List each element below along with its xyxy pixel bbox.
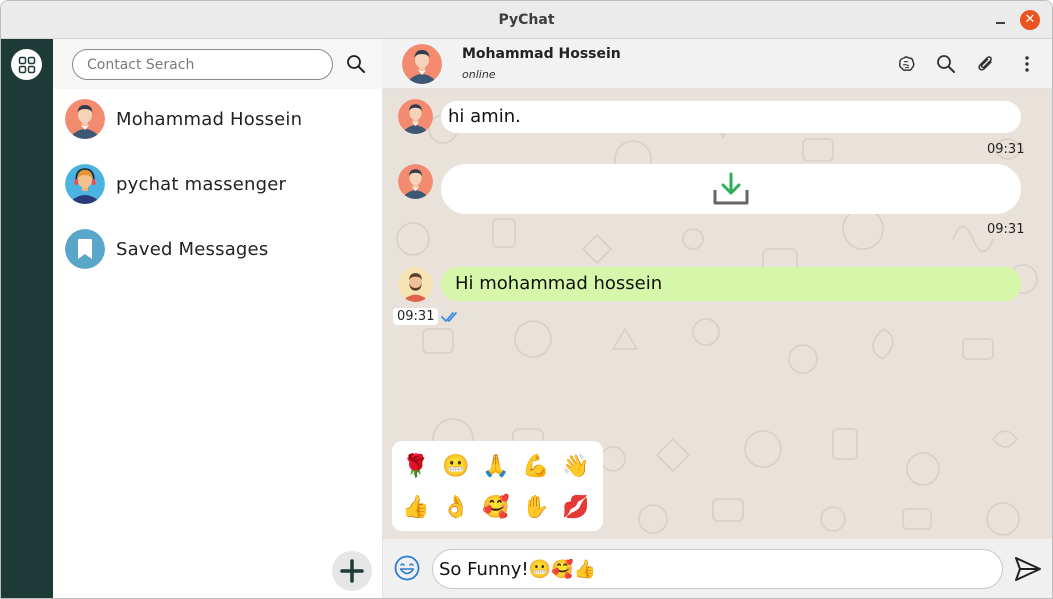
emoji-ok-hand[interactable]: 👌 bbox=[441, 493, 471, 523]
emoji-raised-hand[interactable]: ✋ bbox=[521, 493, 551, 523]
outgoing-message-bubble[interactable]: Hi mohammad hossein bbox=[441, 267, 1021, 301]
incoming-message-bubble[interactable]: hi amin. bbox=[441, 101, 1021, 133]
peer-status: online bbox=[462, 68, 496, 81]
emoji-picker-panel: 🌹 😬 🙏 💪 👋 👍 👌 🥰 ✋ 💋 bbox=[392, 441, 603, 531]
title-bar: PyChat ✕ bbox=[1, 1, 1052, 39]
brain-icon[interactable] bbox=[896, 54, 916, 74]
contact-name: Saved Messages bbox=[116, 238, 269, 260]
contact-name: Mohammad Hossein bbox=[116, 108, 303, 130]
emoji-kiss-mark[interactable]: 💋 bbox=[561, 493, 591, 523]
send-icon[interactable] bbox=[1013, 555, 1043, 583]
contact-name: pychat massenger bbox=[116, 173, 287, 195]
apps-grid-icon bbox=[18, 56, 35, 73]
more-options-icon[interactable] bbox=[1017, 54, 1037, 74]
window-title: PyChat bbox=[498, 12, 555, 28]
emoji-thumbs-up[interactable]: 👍 bbox=[401, 493, 431, 523]
contact-search-bar bbox=[53, 39, 383, 89]
chat-panel: Mohammad Hossein online hi amin. 09:31 0… bbox=[383, 39, 1052, 598]
message-input[interactable] bbox=[432, 549, 1003, 589]
emoji-smiling-hearts[interactable]: 🥰 bbox=[481, 493, 511, 523]
message-time: 09:31 bbox=[987, 222, 1025, 237]
support-agent-avatar-icon bbox=[65, 164, 105, 204]
contact-item-pychat-massenger[interactable]: pychat massenger bbox=[53, 154, 383, 214]
message-time: 09:31 bbox=[393, 308, 439, 325]
emoji-rose[interactable]: 🌹 bbox=[401, 452, 431, 482]
download-icon[interactable] bbox=[713, 172, 749, 206]
add-contact-button[interactable] bbox=[332, 551, 372, 591]
attachment-icon[interactable] bbox=[976, 54, 996, 74]
smiley-icon[interactable] bbox=[394, 555, 420, 581]
message-composer bbox=[383, 539, 1052, 598]
message-sender-avatar[interactable] bbox=[398, 164, 433, 199]
search-icon[interactable] bbox=[346, 54, 366, 74]
read-checkmarks-icon bbox=[441, 312, 457, 322]
emoji-flexed-biceps[interactable]: 💪 bbox=[521, 452, 551, 482]
contact-item-saved-messages[interactable]: Saved Messages bbox=[53, 219, 383, 279]
message-time: 09:31 bbox=[987, 142, 1025, 157]
man-avatar-icon bbox=[65, 99, 105, 139]
message-sender-avatar[interactable] bbox=[398, 99, 433, 134]
contact-search-input[interactable] bbox=[72, 49, 333, 80]
my-avatar[interactable] bbox=[398, 267, 433, 302]
emoji-pray[interactable]: 🙏 bbox=[481, 452, 511, 482]
side-rail bbox=[1, 39, 53, 598]
minimize-button[interactable] bbox=[994, 13, 1008, 27]
apps-menu-button[interactable] bbox=[11, 49, 42, 80]
incoming-file-bubble[interactable] bbox=[441, 164, 1021, 214]
contacts-panel: Mohammad Hossein pychat massenger bbox=[53, 39, 383, 598]
peer-name: Mohammad Hossein bbox=[462, 46, 621, 62]
close-button[interactable]: ✕ bbox=[1020, 10, 1040, 30]
peer-avatar[interactable] bbox=[402, 44, 442, 84]
bookmark-icon bbox=[65, 229, 105, 269]
emoji-waving-hand[interactable]: 👋 bbox=[561, 452, 591, 482]
emoji-grimacing[interactable]: 😬 bbox=[441, 452, 471, 482]
pychat-window: PyChat ✕ Contact Serach Mohammad Hossein… bbox=[0, 0, 1053, 599]
contact-item-mohammad-hossein[interactable]: Mohammad Hossein bbox=[53, 89, 383, 149]
search-messages-icon[interactable] bbox=[936, 54, 956, 74]
plus-icon bbox=[340, 559, 364, 583]
chat-header: Mohammad Hossein online bbox=[383, 39, 1052, 89]
